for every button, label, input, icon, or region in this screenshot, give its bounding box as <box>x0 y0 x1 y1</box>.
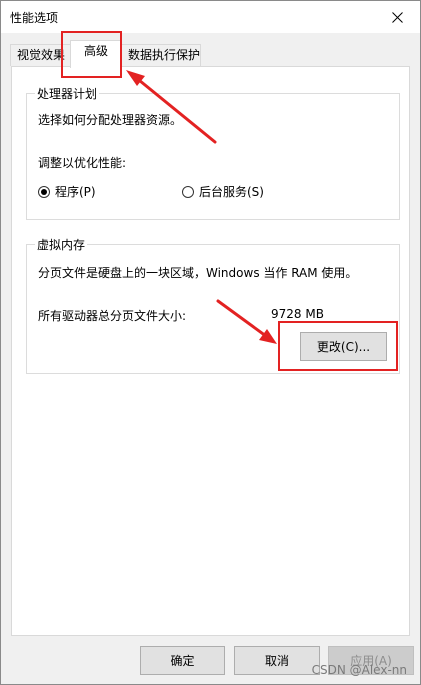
radio-background-services-indicator <box>182 185 194 198</box>
radio-programs[interactable]: 程序(P) <box>38 183 96 200</box>
radio-background-services[interactable]: 后台服务(S) <box>182 183 264 200</box>
processor-scheduling-description: 选择如何分配处理器资源。 <box>38 113 183 127</box>
title-bar: 性能选项 <box>1 1 420 33</box>
advanced-tab-panel: 处理器计划 选择如何分配处理器资源。 调整以优化性能: 程序(P) 后台服务(S… <box>11 66 410 636</box>
virtual-memory-group: 虚拟内存 分页文件是硬盘上的一块区域，Windows 当作 RAM 使用。 所有… <box>26 236 400 374</box>
close-icon <box>391 11 403 23</box>
watermark: CSDN @Alex-nn <box>311 663 407 677</box>
adjust-for-label: 调整以优化性能: <box>38 156 127 170</box>
tab-advanced[interactable]: 高级 <box>70 40 122 68</box>
ok-button[interactable]: 确定 <box>140 646 225 675</box>
tab-data-execution-prevention[interactable]: 数据执行保护 <box>121 44 201 66</box>
total-paging-file-label: 所有驱动器总分页文件大小: <box>38 309 187 323</box>
cancel-button[interactable]: 取消 <box>234 646 320 675</box>
performance-options-dialog: 性能选项 视觉效果 高级 数据执行保护 处理器计划 选择如何分配处理器资源。 调… <box>0 0 421 685</box>
tab-visual-effects[interactable]: 视觉效果 <box>10 44 71 66</box>
processor-scheduling-group: 处理器计划 选择如何分配处理器资源。 调整以优化性能: 程序(P) 后台服务(S… <box>26 85 400 220</box>
total-paging-file-value: 9728 MB <box>271 307 324 321</box>
window-title: 性能选项 <box>10 11 59 25</box>
close-button[interactable] <box>374 1 420 33</box>
virtual-memory-description: 分页文件是硬盘上的一块区域，Windows 当作 RAM 使用。 <box>38 266 358 280</box>
processor-scheduling-title: 处理器计划 <box>35 85 100 102</box>
change-button[interactable]: 更改(C)... <box>300 332 387 361</box>
virtual-memory-title: 虚拟内存 <box>35 236 88 253</box>
radio-programs-label: 程序(P) <box>55 185 96 199</box>
radio-selected-dot <box>41 188 47 195</box>
radio-programs-indicator <box>38 185 50 198</box>
radio-background-services-label: 后台服务(S) <box>199 185 264 199</box>
